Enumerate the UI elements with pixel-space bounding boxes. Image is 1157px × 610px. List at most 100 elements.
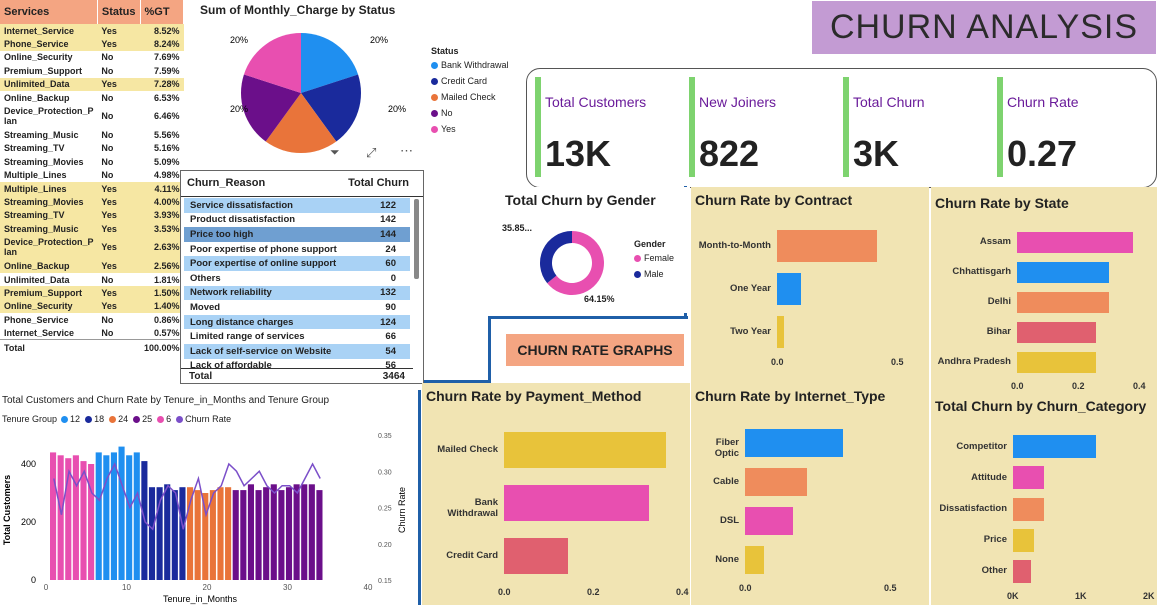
bar[interactable]	[171, 490, 178, 580]
legend-item[interactable]: 25	[133, 414, 152, 424]
bar[interactable]	[316, 490, 323, 580]
col-services[interactable]: Services	[0, 0, 98, 24]
col-total-churn[interactable]: Total Churn	[348, 177, 409, 196]
table-row[interactable]: Premium_Support Yes 1.50%	[0, 286, 184, 300]
table-row[interactable]: Streaming_Music Yes 3.53%	[0, 222, 184, 236]
table-row[interactable]: Streaming_Music No 5.56%	[0, 128, 184, 142]
legend-item[interactable]: No	[431, 105, 509, 121]
bar[interactable]	[103, 455, 110, 580]
bar[interactable]	[504, 485, 649, 521]
table-row[interactable]: Internet_Service Yes 8.52%	[0, 24, 184, 38]
more-options-icon[interactable]: ⋯	[400, 143, 413, 159]
bar[interactable]	[1017, 351, 1097, 373]
legend-item[interactable]: Churn Rate	[176, 414, 231, 424]
bar[interactable]	[1017, 291, 1109, 313]
bar[interactable]	[270, 484, 277, 580]
table-row[interactable]: Streaming_TV Yes 3.93%	[0, 208, 184, 223]
table-row[interactable]: Unlimited_Data No 1.81%	[0, 272, 184, 287]
bar[interactable]	[240, 490, 247, 580]
table-row[interactable]: Price too high 144	[184, 227, 410, 242]
bar[interactable]	[293, 484, 300, 580]
table-row[interactable]: Phone_Service No 0.86%	[0, 313, 184, 327]
bar[interactable]	[57, 455, 64, 580]
table-row[interactable]: Service dissatisfaction 122	[184, 198, 410, 213]
bar[interactable]	[95, 452, 102, 580]
table-row[interactable]: Device_Protection_P lan No 6.46%	[0, 104, 184, 129]
col-churn-reason[interactable]: Churn_Reason	[187, 177, 265, 196]
table-row[interactable]: Streaming_TV No 5.16%	[0, 141, 184, 156]
table-row[interactable]: Poor expertise of online support 60	[184, 256, 410, 271]
table-row[interactable]: Product dissatisfaction 142	[184, 212, 410, 228]
bar[interactable]	[777, 230, 878, 263]
bar[interactable]	[202, 493, 209, 580]
bar[interactable]	[263, 487, 270, 580]
bar[interactable]	[285, 487, 293, 580]
bar[interactable]	[745, 545, 765, 574]
bar[interactable]	[247, 484, 254, 580]
table-row[interactable]: Online_Backup No 6.53%	[0, 90, 184, 105]
col-status[interactable]: Status	[97, 0, 141, 24]
legend-item[interactable]: 18	[85, 414, 104, 424]
legend-item[interactable]: Mailed Check	[431, 89, 509, 105]
table-row[interactable]: Online_Security Yes 1.40%	[0, 299, 184, 314]
bar[interactable]	[1013, 435, 1097, 459]
bar[interactable]	[194, 490, 201, 580]
legend-item[interactable]: Yes	[431, 121, 509, 137]
bar[interactable]	[164, 484, 171, 580]
bar[interactable]	[504, 538, 568, 575]
bar[interactable]	[308, 484, 315, 580]
legend-item[interactable]: 6	[157, 414, 171, 424]
bar[interactable]	[148, 487, 156, 580]
legend-item[interactable]: Bank Withdrawal	[431, 57, 509, 73]
table-row[interactable]: Moved 90	[184, 300, 410, 315]
bar[interactable]	[50, 452, 57, 580]
bar[interactable]	[745, 428, 844, 457]
bar[interactable]	[232, 490, 239, 580]
table-row[interactable]: Multiple_Lines Yes 4.11%	[0, 181, 184, 196]
bar[interactable]	[255, 490, 262, 580]
bar[interactable]	[1013, 559, 1032, 583]
bar[interactable]	[1017, 231, 1133, 253]
bar[interactable]	[217, 487, 224, 580]
bar[interactable]	[72, 455, 79, 580]
table-row[interactable]: Network reliability 132	[184, 285, 410, 301]
table-row[interactable]: Lack of self-service on Website 54	[184, 343, 410, 359]
bar[interactable]	[745, 506, 793, 535]
table-row[interactable]: Limited range of services 66	[184, 329, 410, 344]
table-row[interactable]: Multiple_Lines No 4.98%	[0, 168, 184, 182]
bar[interactable]	[777, 273, 801, 305]
table-row[interactable]: Online_Security No 7.69%	[0, 50, 184, 65]
table-row[interactable]: Online_Backup Yes 2.56%	[0, 259, 184, 273]
bar[interactable]	[1013, 528, 1034, 552]
bar[interactable]	[126, 455, 133, 580]
table-row[interactable]: Premium_Support No 7.59%	[0, 64, 184, 78]
focus-mode-icon[interactable]: ⤢	[366, 145, 376, 161]
legend-item[interactable]: 12	[61, 414, 80, 424]
bar[interactable]	[133, 452, 140, 580]
bar[interactable]	[745, 467, 808, 496]
legend-item[interactable]: 24	[109, 414, 128, 424]
legend-item[interactable]: Male	[634, 266, 674, 282]
bar[interactable]	[209, 490, 216, 580]
table-row[interactable]: Streaming_Movies No 5.09%	[0, 155, 184, 169]
bar[interactable]	[179, 487, 186, 580]
bar[interactable]	[80, 461, 87, 580]
bar[interactable]	[88, 464, 95, 580]
table-row[interactable]: Internet_Service No 0.57%	[0, 326, 184, 340]
bar[interactable]	[1013, 497, 1045, 521]
table-row[interactable]: Long distance charges 124	[184, 314, 410, 330]
bar[interactable]	[1017, 261, 1109, 283]
col-gt[interactable]: %GT	[140, 0, 185, 24]
bar[interactable]	[301, 484, 308, 580]
legend-item[interactable]: Credit Card	[431, 73, 509, 89]
table-row[interactable]: Unlimited_Data Yes 7.28%	[0, 77, 184, 91]
bar[interactable]	[1017, 321, 1097, 343]
bar[interactable]	[278, 490, 285, 580]
bar[interactable]	[504, 431, 666, 468]
table-row[interactable]: Streaming_Movies Yes 4.00%	[0, 195, 184, 209]
bar[interactable]	[110, 452, 117, 580]
scrollbar[interactable]	[414, 199, 419, 279]
table-row[interactable]: Poor expertise of phone support 24	[184, 241, 410, 257]
table-row[interactable]: Phone_Service Yes 8.24%	[0, 37, 184, 51]
bar[interactable]	[777, 315, 784, 348]
